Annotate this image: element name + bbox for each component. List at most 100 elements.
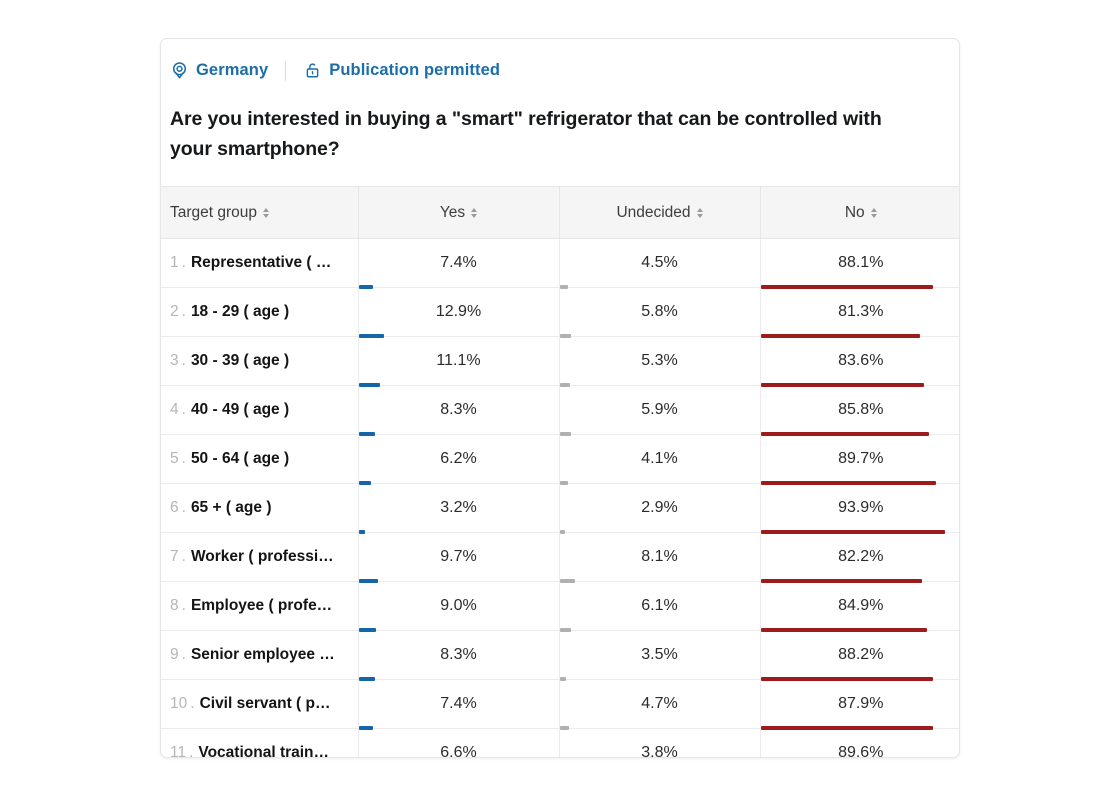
cell-yes: 12.9% bbox=[358, 288, 559, 337]
meta-divider bbox=[285, 61, 286, 81]
cell-undecided: 5.8% bbox=[559, 288, 760, 337]
publication-permission-label: Publication permitted bbox=[329, 61, 500, 80]
value-yes: 7.4% bbox=[359, 254, 559, 272]
column-header-label: Yes bbox=[440, 204, 465, 222]
value-yes: 12.9% bbox=[359, 303, 559, 321]
sort-icon[interactable] bbox=[697, 208, 703, 218]
country-label: Germany bbox=[196, 61, 268, 80]
value-yes: 9.7% bbox=[359, 548, 559, 566]
column-header-label: Target group bbox=[170, 204, 257, 222]
value-undecided: 6.1% bbox=[560, 597, 760, 615]
column-header-no[interactable]: No bbox=[760, 187, 960, 239]
table-row[interactable]: 11.Vocational train…6.6%3.8%89.6% bbox=[161, 729, 960, 759]
table-row[interactable]: 7.Worker ( professi…9.7%8.1%82.2% bbox=[161, 533, 960, 582]
table-row[interactable]: 9.Senior employee …8.3%3.5%88.2% bbox=[161, 631, 960, 680]
row-number: 2 bbox=[170, 303, 179, 321]
row-number-separator: . bbox=[182, 646, 186, 664]
results-table: Target group Yes Undecided bbox=[161, 186, 960, 758]
cell-yes: 3.2% bbox=[358, 484, 559, 533]
table-body: 1.Representative ( …7.4%4.5%88.1%2.18 - … bbox=[161, 239, 960, 759]
cell-target-group: 4.40 - 49 ( age ) bbox=[161, 386, 358, 435]
cell-no: 84.9% bbox=[760, 582, 960, 631]
row-number: 10 bbox=[170, 695, 187, 713]
value-no: 81.3% bbox=[761, 303, 961, 321]
cell-no: 87.9% bbox=[760, 680, 960, 729]
row-number-separator: . bbox=[182, 548, 186, 566]
sort-icon[interactable] bbox=[871, 208, 877, 218]
value-no: 82.2% bbox=[761, 548, 961, 566]
table-row[interactable]: 3.30 - 39 ( age )11.1%5.3%83.6% bbox=[161, 337, 960, 386]
value-yes: 9.0% bbox=[359, 597, 559, 615]
location-pin-icon bbox=[170, 61, 189, 80]
cell-yes: 8.3% bbox=[358, 631, 559, 680]
cell-undecided: 6.1% bbox=[559, 582, 760, 631]
cell-undecided: 4.1% bbox=[559, 435, 760, 484]
value-no: 88.2% bbox=[761, 646, 961, 664]
row-number: 8 bbox=[170, 597, 179, 615]
value-no: 88.1% bbox=[761, 254, 961, 272]
row-number: 11 bbox=[170, 744, 186, 758]
cell-target-group: 1.Representative ( … bbox=[161, 239, 358, 288]
row-number: 7 bbox=[170, 548, 179, 566]
column-header-yes[interactable]: Yes bbox=[358, 187, 559, 239]
cell-undecided: 3.8% bbox=[559, 729, 760, 759]
table-head: Target group Yes Undecided bbox=[161, 187, 960, 239]
question-title: Are you interested in buying a "smart" r… bbox=[161, 104, 959, 164]
cell-no: 83.6% bbox=[760, 337, 960, 386]
table-row[interactable]: 5.50 - 64 ( age )6.2%4.1%89.7% bbox=[161, 435, 960, 484]
value-no: 84.9% bbox=[761, 597, 961, 615]
row-number-separator: . bbox=[182, 597, 186, 615]
row-label: Senior employee … bbox=[191, 646, 335, 664]
column-header-label: No bbox=[845, 204, 865, 222]
row-number-separator: . bbox=[182, 450, 186, 468]
column-header-target-group[interactable]: Target group bbox=[161, 187, 358, 239]
row-label: Civil servant ( p… bbox=[200, 695, 331, 713]
cell-no: 81.3% bbox=[760, 288, 960, 337]
column-header-label: Undecided bbox=[616, 204, 690, 222]
table-row[interactable]: 10.Civil servant ( p…7.4%4.7%87.9% bbox=[161, 680, 960, 729]
row-number-separator: . bbox=[190, 695, 194, 713]
value-undecided: 4.5% bbox=[560, 254, 760, 272]
cell-undecided: 4.5% bbox=[559, 239, 760, 288]
cell-yes: 8.3% bbox=[358, 386, 559, 435]
card-meta: Germany Publication permitted bbox=[161, 43, 959, 98]
row-number: 3 bbox=[170, 352, 179, 370]
row-number-separator: . bbox=[182, 254, 186, 272]
row-label: 18 - 29 ( age ) bbox=[191, 303, 289, 321]
value-undecided: 3.5% bbox=[560, 646, 760, 664]
cell-target-group: 5.50 - 64 ( age ) bbox=[161, 435, 358, 484]
value-yes: 3.2% bbox=[359, 499, 559, 517]
value-undecided: 5.3% bbox=[560, 352, 760, 370]
table-row[interactable]: 1.Representative ( …7.4%4.5%88.1% bbox=[161, 239, 960, 288]
cell-target-group: 3.30 - 39 ( age ) bbox=[161, 337, 358, 386]
cell-yes: 7.4% bbox=[358, 239, 559, 288]
publication-permission-tag[interactable]: Publication permitted bbox=[303, 61, 500, 80]
sort-icon[interactable] bbox=[263, 208, 269, 218]
cell-yes: 6.6% bbox=[358, 729, 559, 759]
row-number-separator: . bbox=[182, 303, 186, 321]
value-no: 89.6% bbox=[761, 744, 961, 758]
cell-yes: 11.1% bbox=[358, 337, 559, 386]
cell-target-group: 9.Senior employee … bbox=[161, 631, 358, 680]
value-yes: 8.3% bbox=[359, 646, 559, 664]
country-tag[interactable]: Germany bbox=[170, 61, 268, 80]
value-undecided: 8.1% bbox=[560, 548, 760, 566]
table-row[interactable]: 2. 18 - 29 ( age ) 12.9%5.8%81.3% bbox=[161, 288, 960, 337]
cell-yes: 6.2% bbox=[358, 435, 559, 484]
value-no: 93.9% bbox=[761, 499, 961, 517]
column-header-undecided[interactable]: Undecided bbox=[559, 187, 760, 239]
value-no: 89.7% bbox=[761, 450, 961, 468]
value-yes: 11.1% bbox=[359, 352, 559, 370]
value-yes: 6.6% bbox=[359, 744, 559, 758]
row-label: Representative ( … bbox=[191, 254, 331, 272]
row-number: 6 bbox=[170, 499, 179, 517]
value-yes: 6.2% bbox=[359, 450, 559, 468]
table-row[interactable]: 8. Employee ( profe… 9.0%6.1%84.9% bbox=[161, 582, 960, 631]
table-row[interactable]: 4.40 - 49 ( age )8.3%5.9%85.8% bbox=[161, 386, 960, 435]
sort-icon[interactable] bbox=[471, 208, 477, 218]
value-undecided: 2.9% bbox=[560, 499, 760, 517]
row-label: Employee ( profe… bbox=[191, 597, 332, 615]
table-row[interactable]: 6.65 + ( age )3.2%2.9%93.9% bbox=[161, 484, 960, 533]
table-header-row: Target group Yes Undecided bbox=[161, 187, 960, 239]
unlock-icon bbox=[303, 61, 322, 80]
